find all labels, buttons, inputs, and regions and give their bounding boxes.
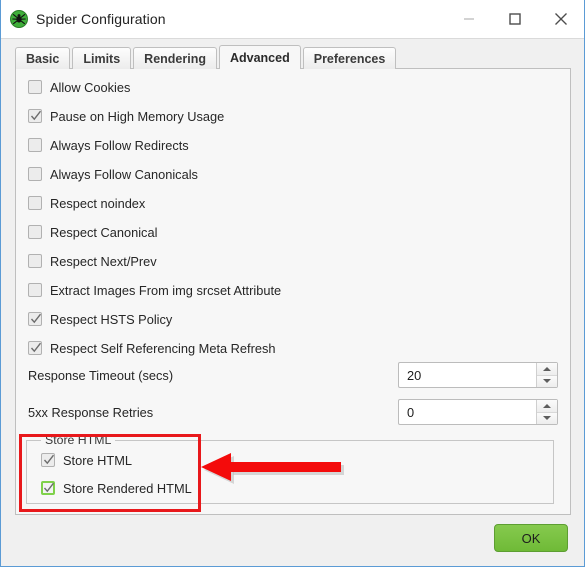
tab-preferences[interactable]: Preferences — [302, 47, 397, 69]
checkbox-row-respect-hsts-policy[interactable]: Respect HSTS Policy — [28, 311, 172, 327]
red-arrow-pointing-left — [201, 452, 347, 496]
checkbox-row-respect-canonical[interactable]: Respect Canonical — [28, 224, 157, 240]
checkbox-label: Respect HSTS Policy — [50, 311, 173, 327]
tab-strip: Basic Limits Rendering Advanced Preferen… — [15, 45, 584, 69]
checkbox-row-respect-self-referencing-meta-refresh[interactable]: Respect Self Referencing Meta Refresh — [28, 340, 275, 356]
store-html-group-title: Store HTML — [41, 433, 116, 447]
tab-label: Rendering — [144, 51, 206, 66]
tab-rendering[interactable]: Rendering — [133, 47, 217, 69]
tab-limits[interactable]: Limits — [72, 47, 132, 69]
maximize-icon[interactable] — [492, 0, 538, 38]
checkbox-respect-noindex[interactable] — [28, 196, 42, 210]
spinner-buttons — [536, 363, 557, 387]
spinner-down-icon[interactable] — [537, 411, 557, 424]
checkbox-label: Respect Next/Prev — [50, 253, 157, 269]
spider-configuration-window: Spider Configuration Basic Limits Render… — [0, 0, 585, 567]
checkbox-row-respect-noindex[interactable]: Respect noindex — [28, 195, 145, 211]
spinner-up-icon[interactable] — [537, 400, 557, 412]
window-controls — [446, 0, 584, 38]
advanced-tab-panel: Allow Cookies Pause on High Memory Usage… — [15, 68, 571, 515]
checkbox-label: Respect Self Referencing Meta Refresh — [50, 340, 276, 356]
tab-advanced[interactable]: Advanced — [218, 45, 301, 69]
close-icon[interactable] — [538, 0, 584, 38]
checkbox-respect-self-referencing-meta-refresh[interactable] — [28, 341, 42, 355]
checkbox-pause-on-high-memory-usage[interactable] — [28, 109, 42, 123]
checkbox-label: Always Follow Redirects — [50, 137, 189, 153]
checkbox-row-always-follow-redirects[interactable]: Always Follow Redirects — [28, 137, 189, 153]
minimize-icon[interactable] — [446, 0, 492, 38]
5xx-response-retries-row: 5xx Response Retries 0 — [28, 399, 558, 425]
checkbox-respect-canonical[interactable] — [28, 225, 42, 239]
spinner-down-icon[interactable] — [537, 374, 557, 387]
tab-label: Limits — [83, 51, 121, 66]
checkbox-label: Always Follow Canonicals — [50, 166, 198, 182]
tab-label: Preferences — [313, 51, 386, 66]
window-title: Spider Configuration — [36, 11, 166, 27]
checkbox-row-always-follow-canonicals[interactable]: Always Follow Canonicals — [28, 166, 198, 182]
checkbox-extract-images-from-img-srcset-attribute[interactable] — [28, 283, 42, 297]
checkbox-respect-next-prev[interactable] — [28, 254, 42, 268]
checkbox-allow-cookies[interactable] — [28, 80, 42, 94]
checkbox-respect-hsts-policy[interactable] — [28, 312, 42, 326]
response-timeout-row: Response Timeout (secs) 20 — [28, 362, 558, 388]
checkbox-label: Respect Canonical — [50, 224, 158, 240]
checkbox-label: Allow Cookies — [50, 79, 131, 95]
5xx-response-retries-spinner[interactable]: 0 — [398, 399, 558, 425]
checkbox-row-store-html[interactable]: Store HTML — [41, 452, 132, 468]
checkbox-always-follow-canonicals[interactable] — [28, 167, 42, 181]
ok-button[interactable]: OK — [494, 524, 568, 552]
response-timeout-value[interactable]: 20 — [399, 363, 536, 387]
checkbox-row-pause-on-high-memory-usage[interactable]: Pause on High Memory Usage — [28, 108, 224, 124]
title-bar: Spider Configuration — [1, 0, 584, 39]
checkbox-store-html[interactable] — [41, 453, 55, 467]
ok-button-label: OK — [521, 530, 541, 546]
checkbox-label: Respect noindex — [50, 195, 146, 211]
response-timeout-spinner[interactable]: 20 — [398, 362, 558, 388]
tab-basic[interactable]: Basic — [15, 47, 71, 69]
response-timeout-label: Response Timeout (secs) — [28, 367, 174, 383]
5xx-response-retries-label: 5xx Response Retries — [28, 404, 154, 420]
5xx-response-retries-value[interactable]: 0 — [399, 400, 536, 424]
tab-label: Basic — [26, 51, 60, 66]
checkbox-label: Pause on High Memory Usage — [50, 108, 225, 124]
checkbox-row-extract-images-from-img-srcset-attribute[interactable]: Extract Images From img srcset Attribute — [28, 282, 281, 298]
checkbox-row-respect-next-prev[interactable]: Respect Next/Prev — [28, 253, 157, 269]
checkbox-row-store-rendered-html[interactable]: Store Rendered HTML — [41, 480, 192, 496]
checkbox-label: Store Rendered HTML — [63, 480, 192, 496]
spinner-up-icon[interactable] — [537, 363, 557, 375]
checkbox-label: Extract Images From img srcset Attribute — [50, 282, 282, 298]
spider-icon — [10, 10, 28, 28]
checkbox-row-allow-cookies[interactable]: Allow Cookies — [28, 79, 130, 95]
checkbox-always-follow-redirects[interactable] — [28, 138, 42, 152]
spinner-buttons — [536, 400, 557, 424]
checkbox-store-rendered-html[interactable] — [41, 481, 55, 495]
checkbox-label: Store HTML — [63, 452, 132, 468]
tab-label: Advanced — [229, 50, 290, 65]
